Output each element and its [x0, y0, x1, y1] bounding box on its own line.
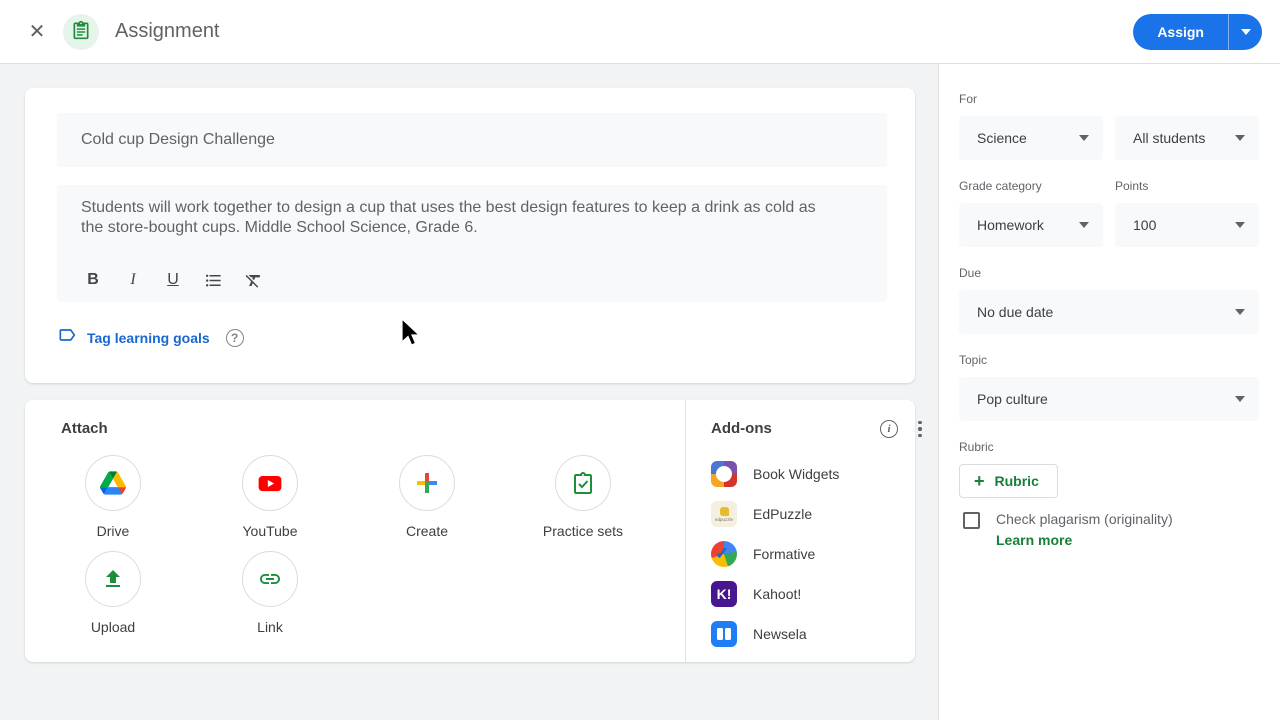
plus-icon: +	[974, 471, 985, 491]
chevron-down-icon	[1235, 135, 1245, 141]
attach-create-button[interactable]: Create	[372, 455, 482, 539]
topic-value: Pop culture	[977, 391, 1048, 407]
class-select[interactable]: Science	[959, 116, 1103, 160]
points-value: 100	[1133, 217, 1157, 233]
attach-link-button[interactable]: Link	[215, 551, 325, 635]
students-select-value: All students	[1133, 130, 1206, 146]
formatting-toolbar: B I U	[81, 268, 265, 292]
underline-icon[interactable]: U	[161, 268, 185, 292]
chevron-down-icon	[1235, 396, 1245, 402]
tag-learning-goals-label: Tag learning goals	[87, 329, 210, 346]
tag-learning-goals-button[interactable]: Tag learning goals	[57, 325, 210, 350]
tag-icon	[57, 325, 77, 350]
attach-practice-sets-button[interactable]: Practice sets	[528, 455, 638, 539]
addon-label: Kahoot!	[753, 586, 802, 602]
attach-section-title: Attach	[61, 420, 108, 437]
clipboard-icon	[71, 20, 91, 45]
bold-icon[interactable]: B	[81, 268, 105, 292]
addon-newsela[interactable]: Newsela	[711, 619, 921, 649]
settings-sidebar: For Science All students Grade category …	[938, 64, 1280, 720]
grade-category-label: Grade category	[959, 179, 1042, 193]
addon-label: EdPuzzle	[753, 506, 813, 522]
tag-learning-goals-row: Tag learning goals ?	[57, 325, 244, 350]
addon-formative[interactable]: ✓ Formative	[711, 539, 921, 569]
assignment-type-badge	[63, 14, 99, 50]
points-label: Points	[1115, 179, 1149, 193]
addon-label: Newsela	[753, 626, 807, 642]
create-plus-icon	[399, 455, 455, 511]
attach-option-label: Drive	[96, 523, 130, 539]
description-text[interactable]: Students will work together to design a …	[81, 198, 826, 238]
info-icon[interactable]: i	[880, 420, 898, 438]
assign-button[interactable]: Assign	[1133, 14, 1228, 50]
attach-option-label: YouTube	[242, 523, 298, 539]
due-label: Due	[959, 266, 982, 280]
drive-icon	[85, 455, 141, 511]
book-widgets-icon	[711, 461, 737, 487]
youtube-icon	[242, 455, 298, 511]
italic-icon[interactable]: I	[121, 268, 145, 292]
plagiarism-row: Check plagarism (originality) Learn more	[963, 511, 1173, 548]
add-rubric-button[interactable]: + Rubric	[959, 464, 1058, 498]
due-date-select[interactable]: No due date	[959, 290, 1259, 334]
class-select-value: Science	[977, 130, 1027, 146]
learn-more-link[interactable]: Learn more	[996, 532, 1173, 548]
upload-icon	[85, 551, 141, 607]
close-icon[interactable]: ✕	[26, 22, 48, 44]
chevron-down-icon	[1079, 222, 1089, 228]
plagiarism-label: Check plagarism (originality)	[996, 511, 1173, 527]
addon-book-widgets[interactable]: Book Widgets	[711, 459, 921, 489]
addon-edpuzzle[interactable]: edpuzzle EdPuzzle	[711, 499, 921, 529]
assign-split-button: Assign	[1133, 14, 1262, 50]
attach-option-label: Link	[257, 619, 283, 635]
topic-select[interactable]: Pop culture	[959, 377, 1259, 421]
addon-label: Book Widgets	[753, 466, 840, 482]
addon-kahoot[interactable]: K! Kahoot!	[711, 579, 921, 609]
top-app-bar: ✕ Assignment Assign	[0, 0, 1280, 64]
description-field[interactable]: Students will work together to design a …	[57, 185, 887, 302]
link-icon	[242, 551, 298, 607]
attach-youtube-button[interactable]: YouTube	[215, 455, 325, 539]
attach-drive-button[interactable]: Drive	[58, 455, 168, 539]
attach-upload-button[interactable]: Upload	[58, 551, 168, 635]
help-icon[interactable]: ?	[225, 328, 244, 347]
due-date-value: No due date	[977, 304, 1054, 320]
rubric-label: Rubric	[959, 440, 994, 454]
grade-category-value: Homework	[977, 217, 1044, 233]
clear-formatting-icon[interactable]	[241, 268, 265, 292]
points-select[interactable]: 100	[1115, 203, 1259, 247]
page-title: Assignment	[115, 20, 220, 42]
attach-option-label: Create	[405, 523, 449, 539]
practice-sets-icon	[555, 455, 611, 511]
plagiarism-checkbox[interactable]	[963, 512, 980, 529]
attach-option-label: Practice sets	[542, 523, 624, 539]
main-content: Students will work together to design a …	[0, 64, 938, 720]
title-input[interactable]	[57, 113, 887, 167]
attach-option-label: Upload	[90, 619, 136, 635]
rubric-button-label: Rubric	[994, 473, 1039, 489]
formative-icon: ✓	[711, 541, 737, 567]
chevron-down-icon	[1240, 29, 1251, 35]
addon-label: Formative	[753, 546, 816, 562]
attach-addons-card: Attach Drive YouTube Create Practice set…	[25, 400, 922, 662]
more-options-icon[interactable]	[911, 419, 929, 439]
chevron-down-icon	[1079, 135, 1089, 141]
chevron-down-icon	[1235, 309, 1245, 315]
assignment-details-card: Students will work together to design a …	[25, 88, 915, 383]
assign-dropdown-button[interactable]	[1228, 14, 1262, 50]
for-label: For	[959, 92, 977, 106]
addons-section-title: Add-ons	[711, 420, 772, 437]
kahoot-icon: K!	[711, 581, 737, 607]
section-divider	[685, 400, 686, 662]
chevron-down-icon	[1235, 222, 1245, 228]
edpuzzle-icon: edpuzzle	[711, 501, 737, 527]
students-select[interactable]: All students	[1115, 116, 1259, 160]
topic-label: Topic	[959, 353, 988, 367]
bulleted-list-icon[interactable]	[201, 268, 225, 292]
newsela-icon	[711, 621, 737, 647]
grade-category-select[interactable]: Homework	[959, 203, 1103, 247]
